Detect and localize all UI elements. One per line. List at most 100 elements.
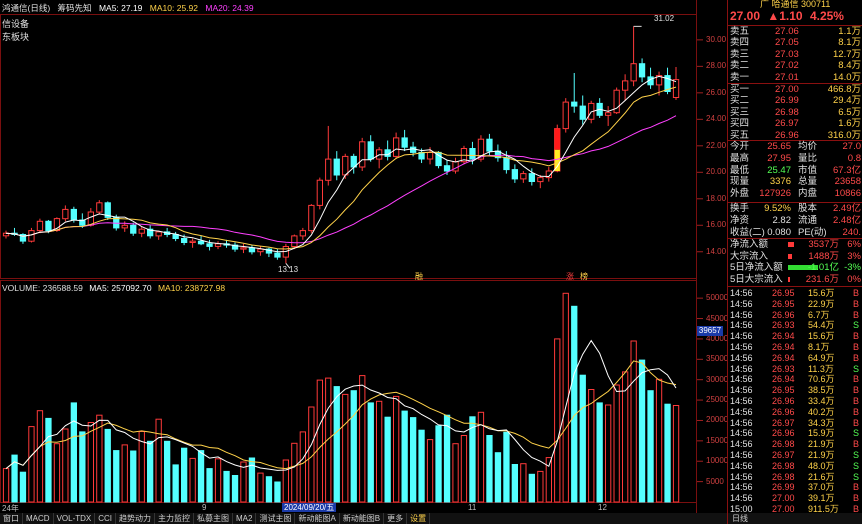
volume-bar[interactable] xyxy=(655,378,663,503)
volume-bar[interactable] xyxy=(367,402,374,503)
candle[interactable] xyxy=(96,202,103,213)
volume-bar[interactable] xyxy=(70,402,77,503)
volume-bar[interactable] xyxy=(223,470,230,503)
volume-bar[interactable] xyxy=(147,440,154,503)
candle[interactable] xyxy=(121,224,128,229)
indicator-tab[interactable]: MA2 xyxy=(233,513,257,524)
event-marker-1[interactable]: 融 xyxy=(415,271,423,282)
volume-bar[interactable] xyxy=(333,386,340,503)
volume-bar[interactable] xyxy=(104,428,111,503)
candle[interactable] xyxy=(605,112,612,116)
volume-bar[interactable] xyxy=(325,377,332,503)
indicator-tab[interactable]: 更多 xyxy=(384,513,408,524)
volume-bar[interactable] xyxy=(672,405,680,503)
candle[interactable] xyxy=(325,158,332,181)
volume-bar[interactable] xyxy=(257,472,264,503)
kline-chart[interactable] xyxy=(0,0,727,513)
candle[interactable] xyxy=(70,208,77,221)
volume-bar[interactable] xyxy=(45,417,52,503)
candle[interactable] xyxy=(291,235,298,247)
volume-bar[interactable] xyxy=(410,417,417,503)
sector-tag-2[interactable]: 东板块 xyxy=(2,30,29,43)
candle[interactable] xyxy=(426,151,434,160)
volume-bar[interactable] xyxy=(647,390,654,503)
volume-bar[interactable] xyxy=(189,457,196,503)
volume-bar[interactable] xyxy=(511,464,519,503)
volume-bar[interactable] xyxy=(469,416,476,503)
volume-bar[interactable] xyxy=(299,431,307,503)
candle[interactable] xyxy=(520,173,527,180)
candle[interactable] xyxy=(333,158,340,176)
candle[interactable] xyxy=(62,208,69,220)
volume-bar[interactable] xyxy=(401,410,408,503)
volume-bar[interactable] xyxy=(664,403,671,503)
volume-bar[interactable] xyxy=(528,473,536,503)
candle[interactable] xyxy=(443,165,451,172)
volume-bar[interactable] xyxy=(113,450,120,503)
candle[interactable] xyxy=(28,230,35,242)
candle[interactable] xyxy=(155,231,162,237)
volume-bar[interactable] xyxy=(520,463,527,503)
volume-bar[interactable] xyxy=(579,374,586,503)
volume-bar[interactable] xyxy=(443,414,451,503)
candle[interactable] xyxy=(486,138,493,152)
volume-bar[interactable] xyxy=(359,375,366,503)
volume-bar[interactable] xyxy=(605,404,612,503)
volume-bar[interactable] xyxy=(350,390,357,503)
candle[interactable] xyxy=(503,157,510,171)
volume-bar[interactable] xyxy=(240,461,247,503)
volume-bar[interactable] xyxy=(426,439,434,503)
indicator-tab[interactable]: 趋势动力 xyxy=(116,513,156,524)
indicator-tab[interactable]: 设置 xyxy=(407,513,431,524)
volume-bar[interactable] xyxy=(2,468,10,503)
volume-bar[interactable] xyxy=(121,444,128,503)
volume-bar[interactable] xyxy=(418,429,425,503)
candle[interactable] xyxy=(45,220,52,232)
order-book-row[interactable]: 卖四 27.05 8.1万 xyxy=(730,37,861,49)
indicator-tab[interactable]: VOL-TDX xyxy=(54,513,96,524)
volume-bar[interactable] xyxy=(36,410,44,503)
indicator-tab[interactable]: 新动能图B xyxy=(340,513,385,524)
candle[interactable] xyxy=(622,80,629,91)
order-book-row[interactable]: 卖二 27.02 8.4万 xyxy=(730,60,861,72)
candle[interactable] xyxy=(299,230,307,237)
volume-bar[interactable] xyxy=(384,416,391,503)
indicator-tab[interactable]: 新动能图A xyxy=(295,513,340,524)
event-marker-2[interactable]: 涨 xyxy=(566,271,574,282)
volume-bar[interactable] xyxy=(282,459,290,503)
volume-bar[interactable] xyxy=(172,464,179,503)
volume-bar[interactable] xyxy=(596,402,603,503)
volume-bar[interactable] xyxy=(503,431,510,503)
order-book-row[interactable]: 买一 27.00 466.8万 xyxy=(730,84,861,96)
indicator-tab[interactable]: MACD xyxy=(23,513,54,524)
volume-bar[interactable] xyxy=(181,447,188,503)
volume-bar[interactable] xyxy=(613,384,620,503)
volume-bar[interactable] xyxy=(214,458,222,503)
candle[interactable] xyxy=(189,240,196,243)
volume-bar[interactable] xyxy=(452,443,459,503)
indicator-tab[interactable]: 窗口 xyxy=(0,513,23,524)
candle[interactable] xyxy=(528,173,536,183)
event-marker-3[interactable]: 榜 xyxy=(580,271,588,282)
volume-bar[interactable] xyxy=(130,450,137,503)
volume-bar[interactable] xyxy=(554,338,561,503)
volume-bar[interactable] xyxy=(79,431,86,503)
candle[interactable] xyxy=(257,248,264,253)
order-book-row[interactable]: 买四 26.97 1.6万 xyxy=(730,118,861,130)
candle[interactable] xyxy=(130,224,137,234)
candle[interactable] xyxy=(410,146,417,153)
candle[interactable] xyxy=(630,63,637,82)
volume-bar[interactable] xyxy=(393,395,400,503)
candle[interactable] xyxy=(316,179,324,206)
volume-bar[interactable] xyxy=(486,435,493,503)
candle[interactable] xyxy=(36,220,44,232)
volume-bar[interactable] xyxy=(376,400,383,503)
volume-bar[interactable] xyxy=(638,359,646,503)
indicator-tab[interactable]: 主力监控 xyxy=(155,513,195,524)
candle[interactable] xyxy=(214,243,222,247)
indicator-tab[interactable]: CCI xyxy=(95,513,117,524)
volume-bar[interactable] xyxy=(537,470,544,503)
volume-bar[interactable] xyxy=(571,305,578,503)
candle[interactable] xyxy=(248,247,256,253)
volume-bar[interactable] xyxy=(28,426,35,503)
